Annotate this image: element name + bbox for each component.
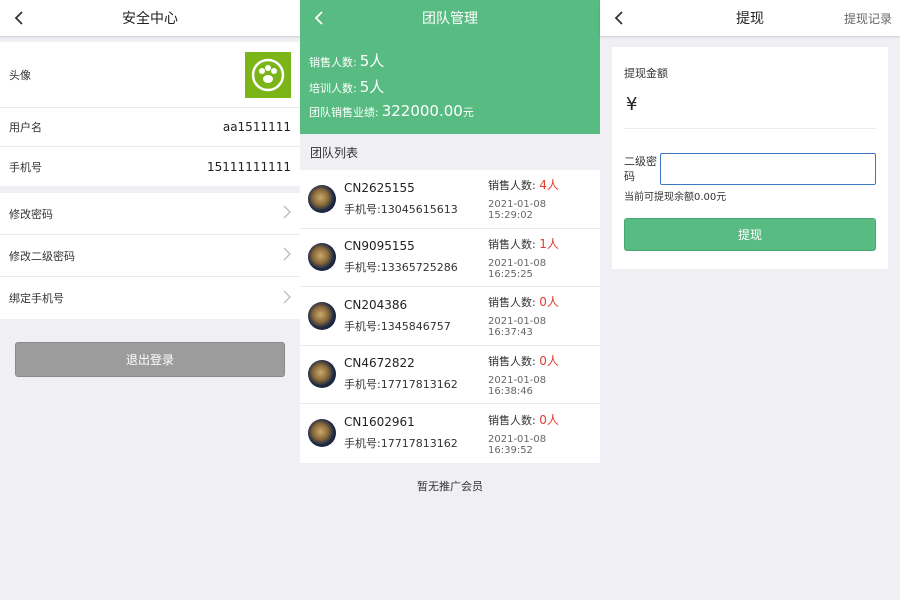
username-value: aa1511111 <box>222 120 291 134</box>
profile-group: 头像 用户名 aa1511111 手机号 15111111111 <box>0 42 300 186</box>
avatar <box>308 301 336 330</box>
security-center-panel: 安全中心 头像 用户名 aa1511111 手机号 15111111111 修改… <box>0 0 300 600</box>
secondary-password-label: 二级密码 <box>624 155 657 183</box>
chevron-right-icon <box>283 205 291 222</box>
member-id: CN204386 <box>344 297 408 312</box>
page-title: 安全中心 <box>122 11 178 27</box>
member-sales: 销售人数: 0人 <box>488 295 559 310</box>
member-id: CN9095155 <box>344 239 415 254</box>
secondary-password-row: 二级密码 <box>624 153 876 185</box>
no-more-members-text: 暂无推广会员 <box>417 479 483 493</box>
avatar-row[interactable]: 头像 <box>0 42 300 108</box>
avatar <box>308 184 336 213</box>
withdraw-nav-bar: 提现 提现记录 <box>600 0 900 36</box>
bind-phone-label: 绑定手机号 <box>9 292 64 305</box>
team-performance-value: 322000.00 <box>381 102 463 120</box>
back-icon[interactable] <box>10 8 28 28</box>
team-list: CN2625155 手机号:13045615613 销售人数: 4人 2021-… <box>300 170 600 463</box>
team-management-panel: 团队管理 销售人数: 5人 培训人数: 5人 团队销售业绩: 322000.00元 团… <box>300 0 600 600</box>
settings-group: 修改密码 修改二级密码 绑定手机号 <box>0 193 300 319</box>
withdraw-panel: 提现 提现记录 提现金额 ¥ 二级密码 当前可提现余额0.00元 提现 <box>600 0 900 600</box>
avatar <box>308 243 336 272</box>
member-phone: 手机号:13045615613 <box>344 202 458 216</box>
amount-input[interactable]: ¥ <box>624 81 876 129</box>
withdraw-records-link[interactable]: 提现记录 <box>844 10 892 27</box>
training-count-stat: 培训人数: 5人 <box>309 76 384 97</box>
member-sales-value: 0人 <box>539 412 559 427</box>
member-phone: 手机号:1345846757 <box>344 319 451 333</box>
team-list-title: 团队列表 <box>310 145 359 160</box>
sales-count-value: 5人 <box>359 52 385 70</box>
withdraw-form: 提现金额 ¥ 二级密码 当前可提现余额0.00元 提现 <box>612 47 888 269</box>
member-sales: 销售人数: 0人 <box>488 353 559 368</box>
avatar <box>308 360 336 389</box>
member-phone: 手机号:13365725286 <box>344 261 458 275</box>
back-icon[interactable] <box>310 8 328 28</box>
list-item[interactable]: CN4672822 手机号:17717813162 销售人数: 0人 2021-… <box>300 346 600 404</box>
member-time: 2021-01-08 15:29:02 <box>488 199 547 222</box>
member-phone: 手机号:17717813162 <box>344 437 458 451</box>
paw-logo-icon <box>251 58 285 91</box>
phone-value: 15111111111 <box>207 159 291 174</box>
available-balance-text: 当前可提现余额0.00元 <box>624 192 727 203</box>
member-time: 2021-01-08 16:39:52 <box>488 433 547 456</box>
team-header: 团队管理 销售人数: 5人 培训人数: 5人 团队销售业绩: 322000.00元 <box>300 0 600 134</box>
member-sales: 销售人数: 0人 <box>488 412 559 427</box>
amount-label: 提现金额 <box>624 67 668 80</box>
team-nav-bar: 团队管理 <box>300 0 600 36</box>
list-item[interactable]: CN1602961 手机号:17717813162 销售人数: 0人 2021-… <box>300 404 600 463</box>
avatar-label: 头像 <box>9 68 31 82</box>
member-sales-value: 0人 <box>539 295 559 310</box>
sales-count-stat: 销售人数: 5人 <box>309 50 384 71</box>
change-password-label: 修改密码 <box>9 207 53 221</box>
list-item[interactable]: CN204386 手机号:1345846757 销售人数: 0人 2021-01… <box>300 287 600 346</box>
bind-phone-item[interactable]: 绑定手机号 <box>0 277 300 319</box>
change-secondary-password-item[interactable]: 修改二级密码 <box>0 235 300 277</box>
chevron-right-icon <box>283 247 291 264</box>
member-time: 2021-01-08 16:25:25 <box>488 257 547 280</box>
phone-label: 手机号 <box>9 160 42 174</box>
withdraw-button[interactable]: 提现 <box>624 218 876 251</box>
training-count-value: 5人 <box>359 78 385 96</box>
member-id: CN2625155 <box>344 180 415 195</box>
avatar <box>308 419 336 448</box>
training-count-label: 培训人数: <box>309 82 357 95</box>
member-time: 2021-01-08 16:38:46 <box>488 374 547 397</box>
username-row: 用户名 aa1511111 <box>0 108 300 147</box>
member-phone: 手机号:17717813162 <box>344 378 458 392</box>
change-password-item[interactable]: 修改密码 <box>0 193 300 235</box>
back-icon[interactable] <box>610 8 628 28</box>
page-title: 提现 <box>736 11 764 27</box>
team-performance-unit: 元 <box>462 106 474 119</box>
avatar[interactable] <box>245 51 291 98</box>
member-time: 2021-01-08 16:37:43 <box>488 316 547 339</box>
page-title: 团队管理 <box>422 11 478 27</box>
security-nav-bar: 安全中心 <box>0 0 300 36</box>
member-id: CN4672822 <box>344 356 415 371</box>
username-label: 用户名 <box>9 121 42 134</box>
team-performance-label: 团队销售业绩: <box>309 106 379 119</box>
change-secondary-password-label: 修改二级密码 <box>9 249 75 263</box>
sales-count-label: 销售人数: <box>309 56 357 69</box>
list-item[interactable]: CN2625155 手机号:13045615613 销售人数: 4人 2021-… <box>300 170 600 229</box>
member-sales-value: 4人 <box>539 178 559 193</box>
secondary-password-input[interactable] <box>660 153 876 185</box>
team-performance-stat: 团队销售业绩: 322000.00元 <box>309 102 474 120</box>
chevron-right-icon <box>283 290 291 307</box>
member-sales-value: 0人 <box>539 353 559 368</box>
member-sales: 销售人数: 1人 <box>488 236 559 251</box>
member-sales-value: 1人 <box>539 236 559 251</box>
list-item[interactable]: CN9095155 手机号:13365725286 销售人数: 1人 2021-… <box>300 229 600 287</box>
phone-row: 手机号 15111111111 <box>0 147 300 186</box>
currency-symbol: ¥ <box>626 94 638 115</box>
logout-button[interactable]: 退出登录 <box>15 342 285 377</box>
member-id: CN1602961 <box>344 415 415 430</box>
member-sales: 销售人数: 4人 <box>488 178 559 193</box>
